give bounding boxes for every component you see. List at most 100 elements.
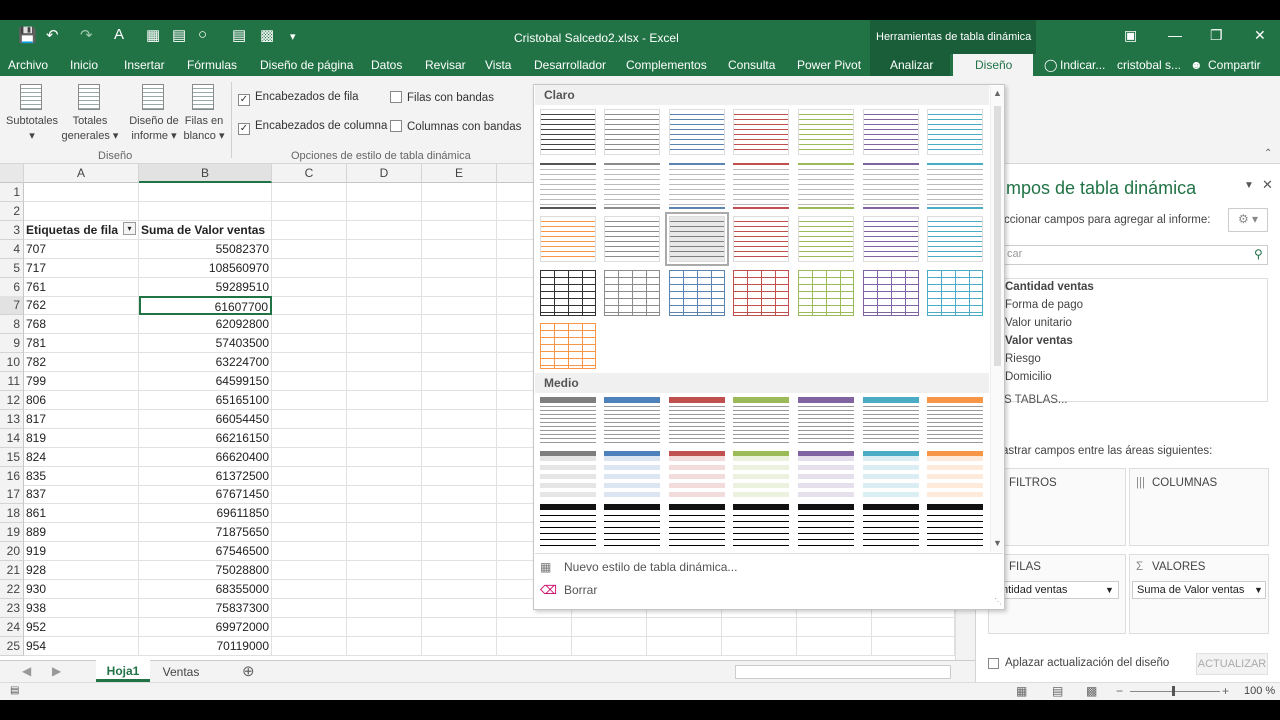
style-swatch[interactable] [669, 109, 725, 155]
tab-diseno-pagina[interactable]: Diseño de página [260, 58, 353, 72]
tab-desarrollador[interactable]: Desarrollador [534, 58, 606, 72]
cell-empty[interactable] [272, 277, 347, 297]
row-header[interactable]: 9 [0, 334, 24, 354]
row-header[interactable]: 14 [0, 428, 24, 448]
row-header[interactable]: 24 [0, 617, 24, 637]
style-swatch[interactable] [604, 109, 660, 155]
cell-empty[interactable] [422, 636, 497, 656]
cell-value[interactable]: 70119000 [139, 636, 272, 656]
cell-empty[interactable] [272, 390, 347, 410]
style-swatch[interactable] [927, 109, 983, 155]
cell-empty[interactable] [422, 409, 497, 429]
cell-empty[interactable] [347, 523, 422, 543]
save-icon[interactable]: 💾 [18, 26, 37, 44]
cell-row-label[interactable]: 781 [24, 334, 139, 354]
cell-empty[interactable] [422, 296, 497, 316]
style-swatch[interactable] [798, 216, 854, 262]
cell-empty[interactable] [422, 428, 497, 448]
cell-empty[interactable] [272, 353, 347, 373]
update-button[interactable]: ACTUALIZAR [1196, 653, 1268, 675]
pane-options-icon[interactable]: ▼ [1244, 180, 1254, 191]
horizontal-scrollbar[interactable] [735, 665, 951, 679]
cell-row-label[interactable]: 799 [24, 372, 139, 391]
cell-value[interactable]: 66054450 [139, 409, 272, 429]
cell-empty[interactable] [647, 636, 722, 656]
row-header[interactable]: 8 [0, 315, 24, 335]
cell-empty[interactable] [272, 334, 347, 354]
add-sheet-icon[interactable]: ⊕ [242, 662, 255, 680]
style-swatch[interactable] [927, 270, 983, 316]
normal-view-icon[interactable]: ▦ [1016, 684, 1027, 698]
row-header[interactable]: 20 [0, 542, 24, 562]
cell-empty[interactable] [347, 504, 422, 524]
cell-empty[interactable] [272, 598, 347, 618]
cell-empty[interactable] [422, 201, 497, 221]
style-swatch[interactable] [798, 504, 854, 550]
cell-empty[interactable] [347, 409, 422, 429]
tab-datos[interactable]: Datos [371, 58, 402, 72]
cell-empty[interactable] [347, 201, 422, 221]
cell-row-label[interactable]: 938 [24, 598, 139, 618]
field-cantidad-ventas[interactable]: Cantidad ventas [1005, 281, 1094, 293]
tab-vista[interactable]: Vista [485, 58, 511, 72]
zoom-slider-thumb[interactable] [1172, 686, 1175, 696]
style-swatch[interactable] [798, 270, 854, 316]
style-swatch[interactable] [669, 397, 725, 443]
row-header[interactable]: 15 [0, 447, 24, 467]
cell-value[interactable]: 67546500 [139, 542, 272, 562]
tab-diseno[interactable]: Diseño [953, 54, 1033, 76]
column-header-e[interactable]: E [422, 164, 497, 183]
style-swatch[interactable] [863, 397, 919, 443]
cell-empty[interactable] [272, 220, 347, 240]
cell-empty[interactable] [347, 315, 422, 335]
cell-empty[interactable] [422, 277, 497, 297]
cell-empty[interactable] [272, 542, 347, 562]
style-swatch[interactable] [733, 397, 789, 443]
field-domicilio[interactable]: Domicilio [1005, 371, 1052, 383]
restore-icon[interactable]: ❐ [1210, 27, 1223, 44]
cell-empty[interactable] [347, 390, 422, 410]
cell-empty[interactable] [422, 220, 497, 240]
cell-row-label[interactable]: 819 [24, 428, 139, 448]
cell-value[interactable]: 71875650 [139, 523, 272, 543]
chk-banded-rows[interactable]: Filas con bandas [390, 91, 494, 104]
cell-empty[interactable] [272, 296, 347, 316]
row-header[interactable]: 1 [0, 183, 24, 202]
style-swatch[interactable] [604, 397, 660, 443]
cell-value[interactable]: 64599150 [139, 372, 272, 391]
values-area[interactable]: Σ VALORES Suma de Valor ventas ▼ [1129, 554, 1269, 634]
row-header[interactable]: 23 [0, 598, 24, 618]
row-header[interactable]: 18 [0, 504, 24, 524]
cell-value[interactable]: Suma de Valor ventas [139, 220, 272, 240]
chk-row-headers[interactable]: ✓ Encabezados de fila [238, 91, 359, 106]
collapse-ribbon-icon[interactable]: ⌃ [1264, 148, 1272, 159]
cell-empty[interactable] [422, 579, 497, 599]
cell-value[interactable]: 69611850 [139, 504, 272, 524]
cell-value[interactable]: 67671450 [139, 485, 272, 505]
row-header[interactable]: 3 [0, 220, 24, 240]
cell-empty[interactable] [347, 447, 422, 467]
tab-formulas[interactable]: Fórmulas [187, 58, 237, 72]
cell-empty[interactable] [347, 542, 422, 562]
cell-empty[interactable] [422, 466, 497, 486]
style-swatch[interactable] [669, 163, 725, 209]
cell-empty[interactable] [347, 617, 422, 637]
grand-totals-button[interactable]: Totales generales ▾ [58, 114, 122, 144]
column-header-b[interactable]: B [139, 164, 272, 183]
cell-empty[interactable] [422, 485, 497, 505]
cell-empty[interactable] [347, 183, 422, 202]
cell-row-label[interactable]: 768 [24, 315, 139, 335]
style-swatch[interactable] [733, 504, 789, 550]
cell-empty[interactable] [272, 447, 347, 467]
cell-empty[interactable] [272, 409, 347, 429]
new-pivot-style-item[interactable]: Nuevo estilo de tabla dinámica... [564, 560, 737, 574]
prev-sheet-icon[interactable]: ◀ [22, 664, 31, 678]
select-all-corner[interactable] [0, 164, 24, 183]
report-layout-button[interactable]: Diseño de informe ▾ [124, 114, 184, 144]
cell-empty[interactable] [422, 372, 497, 391]
user-account[interactable]: cristobal s... [1117, 58, 1181, 72]
cell-row-label[interactable]: Etiquetas de fila [24, 220, 139, 240]
cell-row-label[interactable]: 782 [24, 353, 139, 373]
cell-value[interactable]: 62092800 [139, 315, 272, 335]
style-swatch[interactable] [604, 270, 660, 316]
